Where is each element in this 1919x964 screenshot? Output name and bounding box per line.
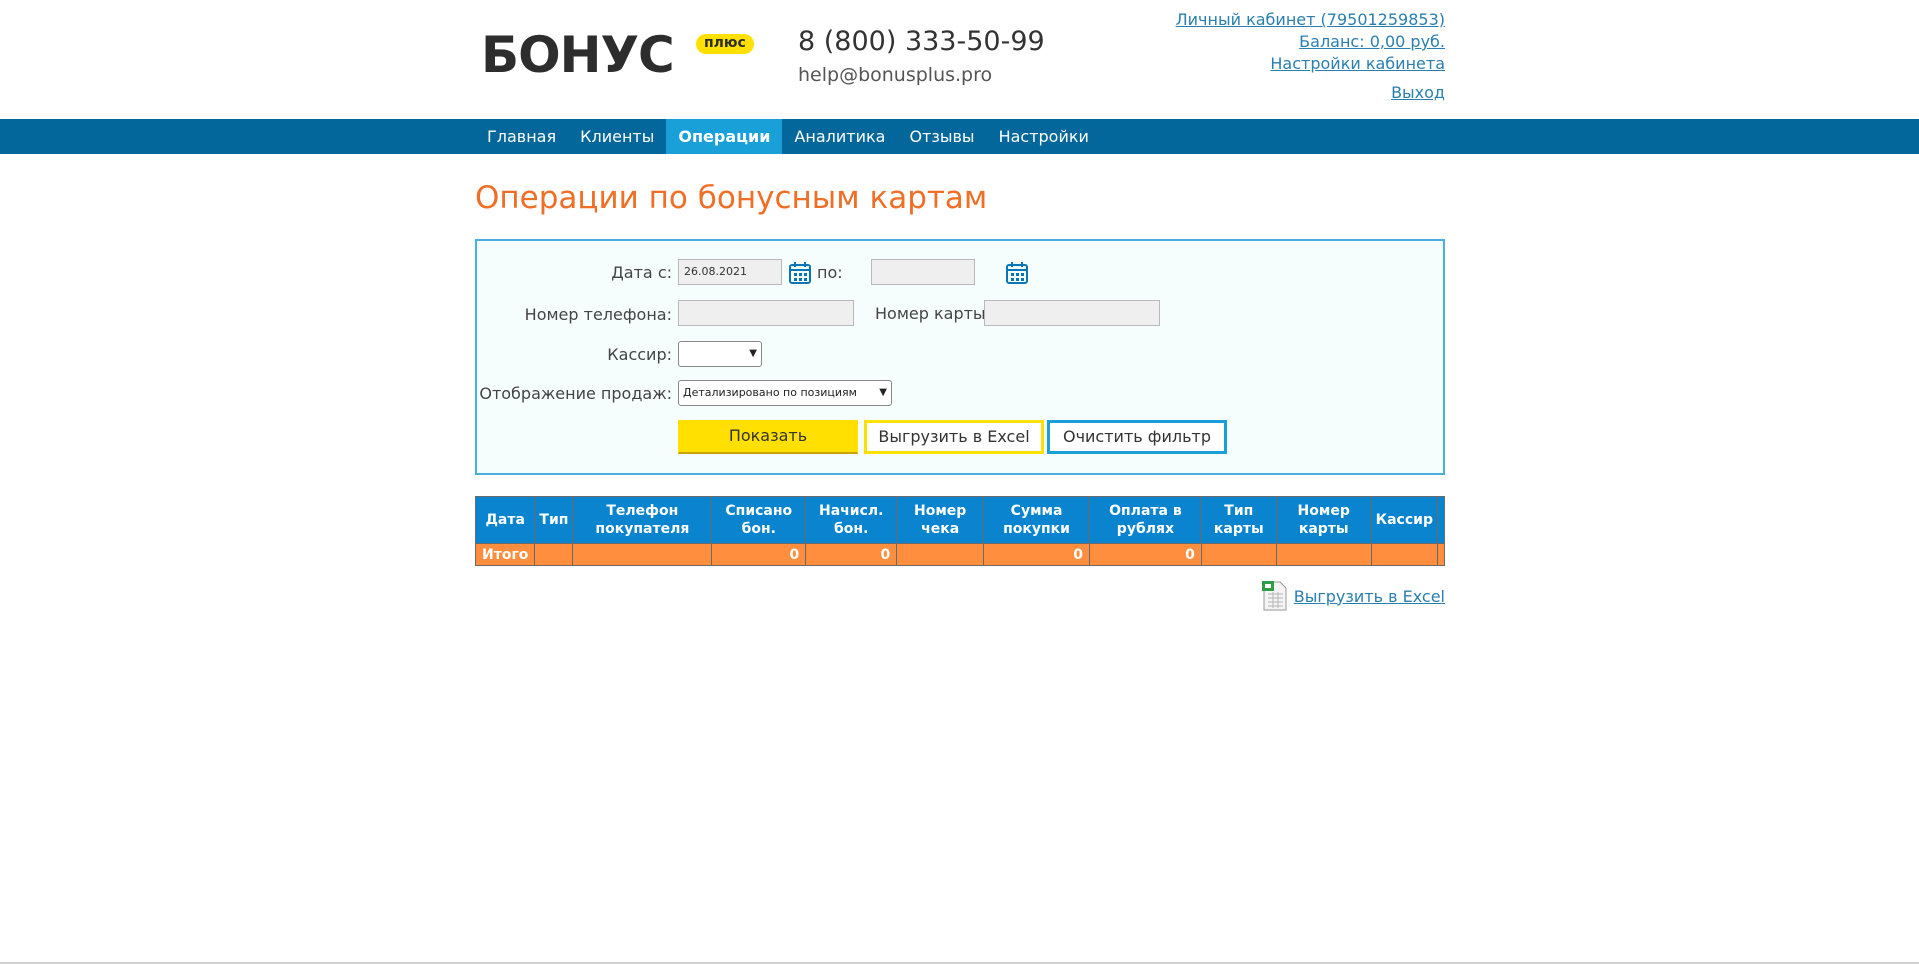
main-content: Операции по бонусным картам Дата с: 26.0…: [474, 154, 1446, 611]
total-cell: [534, 543, 574, 566]
total-cell: [572, 543, 713, 566]
column-header: [1436, 496, 1446, 544]
card-number-label: Номер карты:: [875, 304, 991, 323]
column-header[interactable]: Сумма покупки: [983, 496, 1090, 544]
total-cell: 0: [805, 543, 898, 566]
main-nav: Главная Клиенты Операции Аналитика Отзыв…: [475, 119, 1101, 154]
export-excel-row: Выгрузить в Excel: [1261, 580, 1445, 612]
filter-panel: Дата с: 26.08.2021 по: Номер телефона: Н…: [475, 239, 1445, 475]
sales-display-value: Детализировано по позициям: [683, 386, 857, 399]
total-cell: [1436, 543, 1446, 566]
date-to-input[interactable]: [871, 259, 975, 285]
column-header[interactable]: Дата: [474, 496, 536, 544]
date-from-label: Дата с:: [611, 263, 672, 282]
logo-badge: плюс: [696, 34, 754, 54]
column-header[interactable]: Телефон покупателя: [572, 496, 713, 544]
sales-display-select[interactable]: Детализировано по позициям ▼: [678, 380, 892, 406]
nav-bar: Главная Клиенты Операции Аналитика Отзыв…: [0, 119, 1919, 154]
total-cell: [1200, 543, 1277, 566]
total-cell: Итого: [474, 543, 536, 566]
calendar-icon[interactable]: [788, 261, 812, 285]
support-email: help@bonusplus.pro: [798, 64, 993, 86]
contacts: 8 (800) 333-50-99 help@bonusplus.pro: [798, 26, 1045, 86]
nav-item-reviews[interactable]: Отзывы: [897, 119, 986, 154]
table-header-row: Дата Тип Телефон покупателя Списано бон.…: [474, 496, 1446, 544]
column-header[interactable]: Тип: [534, 496, 574, 544]
cashier-select[interactable]: ▼: [678, 341, 762, 367]
table-total-row: Итого 0 0 0 0: [474, 543, 1446, 566]
phone-input[interactable]: [678, 300, 854, 326]
date-to-label: по:: [817, 263, 843, 282]
date-from-input[interactable]: 26.08.2021: [678, 259, 782, 285]
nav-item-clients[interactable]: Клиенты: [568, 119, 666, 154]
column-header[interactable]: Тип карты: [1200, 496, 1277, 544]
total-cell: [1275, 543, 1372, 566]
phone-label: Номер телефона:: [524, 305, 672, 324]
chevron-down-icon: ▼: [749, 348, 757, 359]
column-header[interactable]: Номер карты: [1275, 496, 1372, 544]
column-header[interactable]: Оплата в рублях: [1088, 496, 1202, 544]
total-cell: 0: [711, 543, 807, 566]
card-number-input[interactable]: [984, 300, 1160, 326]
export-excel-button[interactable]: Выгрузить в Excel: [864, 420, 1044, 454]
total-cell: 0: [983, 543, 1090, 566]
total-cell: [896, 543, 985, 566]
nav-item-operations[interactable]: Операции: [666, 119, 783, 154]
account-links: Личный кабинет (79501259853) Баланс: 0,0…: [1176, 9, 1445, 104]
total-cell: [1370, 543, 1438, 566]
logo[interactable]: БОНУС плюс: [481, 30, 754, 80]
phone-number: 8 (800) 333-50-99: [798, 26, 1045, 57]
balance-link[interactable]: Баланс: 0,00 руб.: [1176, 31, 1445, 53]
chevron-down-icon: ▼: [879, 387, 887, 398]
calendar-icon[interactable]: [1005, 261, 1029, 285]
page-title: Операции по бонусным картам: [475, 180, 988, 216]
page: БОНУС плюс 8 (800) 333-50-99 help@bonusp…: [475, 0, 1445, 119]
column-header[interactable]: Кассир: [1370, 496, 1438, 544]
nav-item-settings[interactable]: Настройки: [987, 119, 1101, 154]
operations-table: Дата Тип Телефон покупателя Списано бон.…: [474, 496, 1446, 566]
column-header[interactable]: Номер чека: [896, 496, 985, 544]
header: БОНУС плюс 8 (800) 333-50-99 help@bonusp…: [475, 0, 1445, 119]
logout-link[interactable]: Выход: [1176, 82, 1445, 104]
column-header[interactable]: Начисл. бон.: [805, 496, 898, 544]
export-excel-link[interactable]: Выгрузить в Excel: [1294, 587, 1445, 606]
nav-item-analytics[interactable]: Аналитика: [782, 119, 897, 154]
column-header[interactable]: Списано бон.: [711, 496, 807, 544]
sales-display-label: Отображение продаж:: [479, 384, 672, 403]
excel-file-icon[interactable]: [1261, 580, 1289, 612]
clear-filter-button[interactable]: Очистить фильтр: [1047, 420, 1227, 454]
nav-item-home[interactable]: Главная: [475, 119, 568, 154]
cashier-label: Кассир:: [607, 345, 672, 364]
cabinet-settings-link[interactable]: Настройки кабинета: [1176, 53, 1445, 75]
cabinet-link[interactable]: Личный кабинет (79501259853): [1176, 9, 1445, 31]
total-cell: 0: [1088, 543, 1202, 566]
logo-text: БОНУС: [481, 26, 675, 84]
show-button[interactable]: Показать: [678, 420, 858, 454]
